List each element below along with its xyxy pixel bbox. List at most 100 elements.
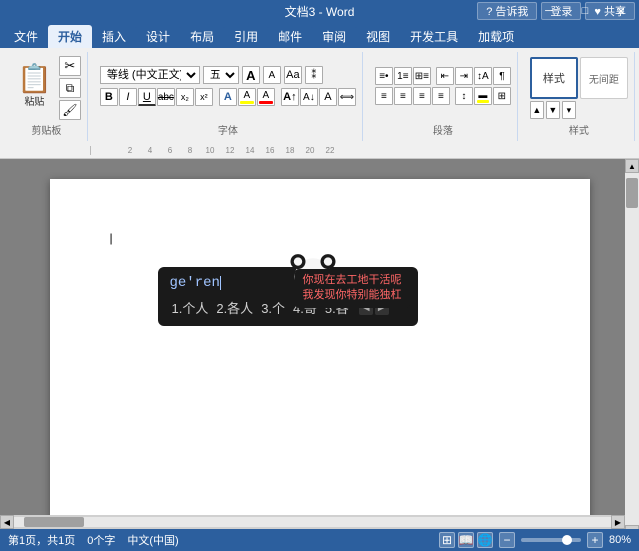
highlight-button[interactable]: A xyxy=(238,88,256,106)
tab-insert[interactable]: 插入 xyxy=(92,25,136,48)
document-title: 文档3 - Word xyxy=(285,3,355,20)
decrease-font-button[interactable]: A xyxy=(263,66,281,84)
superscript-button[interactable]: x² xyxy=(195,88,213,106)
tab-layout[interactable]: 布局 xyxy=(180,25,224,48)
format-painter-button[interactable]: 🖌 xyxy=(59,100,81,120)
copy-button[interactable]: ⧉ xyxy=(59,78,81,98)
normal-style-button[interactable]: 样式 xyxy=(530,57,578,99)
candidate-1[interactable]: 1.个人 xyxy=(170,297,211,318)
horizontal-scrollbar: ◀ ▶ xyxy=(0,515,625,529)
ribbon-tabs: 文件 开始 插入 设计 布局 引用 邮件 审阅 视图 开发工具 加载项 ? 告诉… xyxy=(0,22,639,48)
tab-view[interactable]: 视图 xyxy=(356,25,400,48)
tab-addins[interactable]: 加载项 xyxy=(468,25,524,48)
align-left-button[interactable]: ≡ xyxy=(375,87,393,105)
speech-line1: 你现在去工地干活呢 xyxy=(303,273,402,288)
clipboard-group: 📋 粘贴 ✂ ⧉ 🖌 剪贴板 xyxy=(6,52,88,141)
ruler-marker xyxy=(90,146,120,155)
numbering-button[interactable]: 1≡ xyxy=(394,67,412,85)
panda-speech: 你现在去工地干活呢 我发现你特别能独杠 xyxy=(295,269,410,308)
cursor-indicator: | xyxy=(110,231,113,245)
zoom-slider[interactable] xyxy=(521,538,581,542)
scroll-thumb[interactable] xyxy=(626,178,638,208)
style-label: 样式 xyxy=(569,122,589,137)
list-row: ≡• 1≡ ⊞≡ ⇤ ⇥ ↕A ¶ xyxy=(375,67,511,85)
zoom-in-button[interactable]: + xyxy=(587,532,603,548)
style-scroll-up[interactable]: ▲ xyxy=(530,101,544,119)
style-expand[interactable]: ▾ xyxy=(562,101,576,119)
web-layout-button[interactable]: 🌐 xyxy=(477,532,493,548)
increase-indent-button[interactable]: ⇥ xyxy=(455,67,473,85)
subscript-button[interactable]: x₂ xyxy=(176,88,194,106)
ime-pinyin: ge'ren xyxy=(170,275,220,291)
cut-button[interactable]: ✂ xyxy=(59,56,81,76)
font-color-button[interactable]: A xyxy=(257,88,275,106)
show-marks-button[interactable]: ¶ xyxy=(493,67,511,85)
font-name-select[interactable]: 等线 (中文正文) xyxy=(100,66,200,84)
font-group: 等线 (中文正文) 五号 A A Aa ⁑ B I U abc x₂ x² A xyxy=(94,52,363,141)
ruler: 2 4 6 8 10 12 14 16 18 20 22 xyxy=(0,143,639,159)
print-layout-button[interactable]: ⊞ xyxy=(439,532,455,548)
ime-cursor xyxy=(220,276,221,290)
tab-references[interactable]: 引用 xyxy=(224,25,268,48)
speech-line2: 我发现你特别能独杠 xyxy=(303,288,402,303)
sort-button[interactable]: ↕A xyxy=(474,67,492,85)
line-spacing-button[interactable]: ↕ xyxy=(455,87,473,105)
underline-button[interactable]: U xyxy=(138,88,156,106)
font-size-select[interactable]: 五号 xyxy=(203,66,239,84)
shading-button[interactable]: ▬ xyxy=(474,87,492,105)
paste-label: 粘贴 xyxy=(24,93,44,108)
justify-button[interactable]: ≡ xyxy=(432,87,450,105)
document-page[interactable]: | xyxy=(50,179,590,519)
tab-file[interactable]: 文件 xyxy=(4,25,48,48)
italic-button[interactable]: I xyxy=(119,88,137,106)
zoom-out-button[interactable]: − xyxy=(499,532,515,548)
paste-button[interactable]: 📋 粘贴 xyxy=(12,62,57,111)
tab-mailings[interactable]: 邮件 xyxy=(268,25,312,48)
hscroll-left-button[interactable]: ◀ xyxy=(0,515,14,529)
text-highlight2[interactable]: A xyxy=(319,88,337,106)
font-label: 字体 xyxy=(218,122,238,137)
align-right-button[interactable]: ≡ xyxy=(413,87,431,105)
share-button[interactable]: ♥ 共享 xyxy=(585,2,635,20)
zoom-slider-thumb[interactable] xyxy=(562,535,572,545)
border-button[interactable]: ⊞ xyxy=(493,87,511,105)
scroll-track[interactable] xyxy=(625,173,639,525)
bullets-button[interactable]: ≡• xyxy=(375,67,393,85)
candidate-2[interactable]: 2.各人 xyxy=(214,297,255,318)
hscroll-thumb[interactable] xyxy=(24,517,84,527)
hscroll-track[interactable] xyxy=(14,517,611,527)
status-right: ⊞ 📖 🌐 − + 80% xyxy=(439,532,631,548)
candidate-3[interactable]: 3.个 xyxy=(259,297,287,318)
font-options-button[interactable]: ⁑ xyxy=(305,66,323,84)
tab-review[interactable]: 审阅 xyxy=(312,25,356,48)
increase-font-button[interactable]: A xyxy=(242,66,260,84)
clipboard-content: 📋 粘贴 ✂ ⧉ 🖌 xyxy=(12,52,81,120)
login-button[interactable]: 登录 xyxy=(541,2,581,20)
style-group: 样式 无间距 ▲ ▼ ▾ 样式 xyxy=(524,52,635,141)
scroll-up-button[interactable]: ▲ xyxy=(625,159,639,173)
multilevel-list-button[interactable]: ⊞≡ xyxy=(413,67,431,85)
ime-popup: 你现在去工地干活呢 我发现你特别能独杠 ge'ren 1.个人 2.各人 3.个… xyxy=(158,267,418,326)
zoom-level: 80% xyxy=(609,534,631,546)
strikethrough-button[interactable]: abc xyxy=(157,88,175,106)
ribbon-content: 📋 粘贴 ✂ ⧉ 🖌 剪贴板 等线 (中文正文) 五号 A A xyxy=(0,48,639,143)
decrease-indent-button[interactable]: ⇤ xyxy=(436,67,454,85)
font-name-row: 等线 (中文正文) 五号 A A Aa ⁑ xyxy=(100,66,356,84)
text-effect-button[interactable]: A xyxy=(219,88,237,106)
clear-format-button[interactable]: Aa xyxy=(284,66,302,84)
font-size-up2[interactable]: A↑ xyxy=(281,88,299,106)
tell-me-button[interactable]: ? 告诉我 xyxy=(477,2,537,20)
read-mode-button[interactable]: 📖 xyxy=(458,532,474,548)
no-spacing-style-button[interactable]: 无间距 xyxy=(580,57,628,99)
language: 中文(中国) xyxy=(127,532,178,548)
tab-developer[interactable]: 开发工具 xyxy=(400,25,468,48)
bold-button[interactable]: B xyxy=(100,88,118,106)
tab-home[interactable]: 开始 xyxy=(48,25,92,48)
hscroll-right-button[interactable]: ▶ xyxy=(611,515,625,529)
tab-design[interactable]: 设计 xyxy=(136,25,180,48)
vertical-scrollbar: ▲ ▼ xyxy=(625,159,639,539)
char-spacing-button[interactable]: ⟺ xyxy=(338,88,356,106)
style-scroll-down[interactable]: ▼ xyxy=(546,101,560,119)
align-center-button[interactable]: ≡ xyxy=(394,87,412,105)
font-size-dn2[interactable]: A↓ xyxy=(300,88,318,106)
